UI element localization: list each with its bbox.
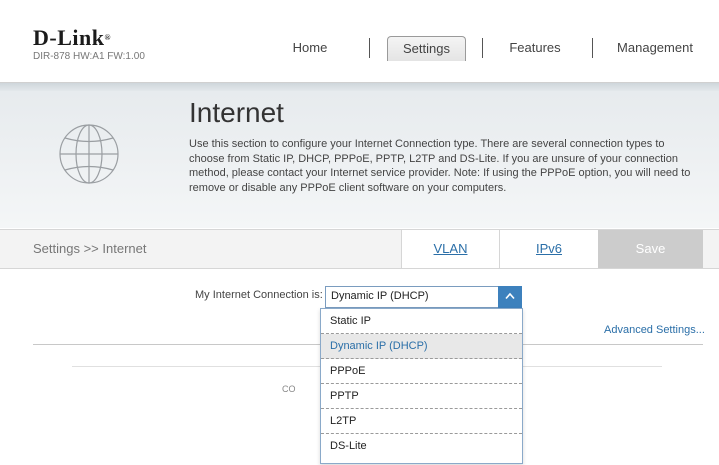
option-ds-lite[interactable]: DS-Lite (321, 434, 522, 459)
nav-divider (592, 38, 593, 58)
breadcrumb-bar: Settings >> Internet VLAN IPv6 Save (0, 229, 719, 269)
connection-type-dropdown: Static IP Dynamic IP (DHCP) PPPoE PPTP L… (320, 308, 523, 464)
connection-type-value: Dynamic IP (DHCP) (331, 290, 429, 302)
tab-vlan[interactable]: VLAN (401, 230, 499, 268)
chevron-up-icon[interactable] (498, 286, 522, 308)
hero-band (0, 83, 719, 91)
main-nav: Home Settings Features Management (0, 36, 719, 61)
option-l2tp[interactable]: L2TP (321, 409, 522, 434)
footer-text: CO (282, 384, 296, 394)
top-header: D-Link® DIR-878 HW:A1 FW:1.00 Home Setti… (0, 0, 719, 83)
option-pptp[interactable]: PPTP (321, 384, 522, 409)
save-button[interactable]: Save (598, 230, 703, 268)
nav-settings[interactable]: Settings (387, 36, 466, 61)
page-description: Use this section to configure your Inter… (189, 138, 691, 194)
connection-type-label: My Internet Connection is: (195, 289, 323, 301)
advanced-settings-link[interactable]: Advanced Settings... (604, 324, 705, 336)
nav-management[interactable]: Management (610, 36, 700, 60)
connection-type-select[interactable]: Dynamic IP (DHCP) (325, 286, 522, 308)
nav-home[interactable]: Home (280, 36, 340, 60)
tab-ipv6[interactable]: IPv6 (499, 230, 598, 268)
option-static-ip[interactable]: Static IP (321, 309, 522, 334)
option-dynamic-ip[interactable]: Dynamic IP (DHCP) (321, 334, 522, 359)
breadcrumb: Settings >> Internet (33, 241, 147, 256)
nav-divider (369, 38, 370, 58)
nav-features[interactable]: Features (500, 36, 570, 60)
option-pppoe[interactable]: PPPoE (321, 359, 522, 384)
hero-section: Internet Use this section to configure y… (0, 83, 719, 228)
page-title: Internet (189, 97, 284, 128)
globe-icon (58, 123, 120, 185)
nav-divider (482, 38, 483, 58)
